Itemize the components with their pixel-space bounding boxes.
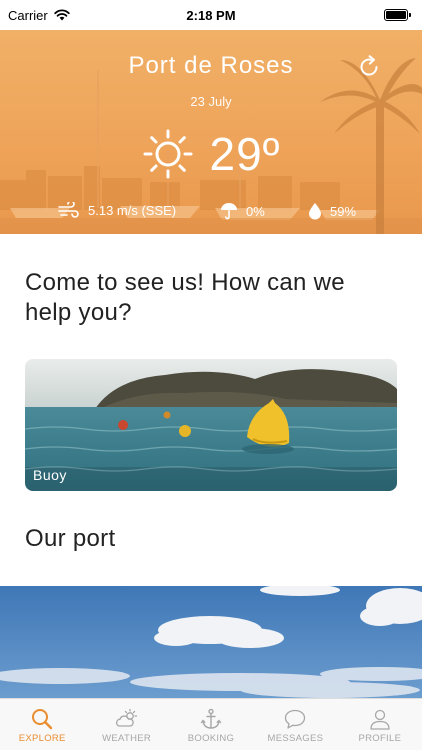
tab-bar: EXPLORE WEATHER BOOKING MESSAGES PROFILE: [0, 698, 422, 750]
status-bar: Carrier 2:18 PM: [0, 0, 422, 30]
rain-value: 0%: [246, 203, 265, 219]
battery-icon: [384, 9, 411, 21]
forecast-date: 23 July: [190, 94, 232, 109]
carrier-group: Carrier: [8, 8, 70, 23]
port-heading: Our port: [25, 525, 116, 552]
carrier-label: Carrier: [8, 7, 48, 23]
humidity-metric: 59%: [308, 202, 356, 220]
humidity-value: 59%: [330, 203, 357, 219]
port-sky-image: [0, 586, 422, 698]
temperature-row: 29º: [0, 128, 422, 180]
wind-icon: [58, 202, 79, 218]
wifi-icon: [54, 9, 70, 21]
rain-metric: 0%: [220, 202, 265, 220]
weather-header: Port de Roses 23 July 29º 5.13 m/s (SSE)…: [0, 30, 422, 234]
sun-icon: [143, 129, 193, 179]
tab-profile-label: PROFILE: [358, 733, 402, 744]
refresh-icon[interactable]: [356, 54, 382, 80]
user-icon: [370, 709, 390, 730]
port-photo[interactable]: [0, 586, 422, 698]
wind-metric: 5.13 m/s (SSE): [58, 202, 176, 218]
cloud-sun-icon: [115, 708, 137, 727]
buoy-card-label: Buoy: [33, 467, 67, 483]
help-heading: Come to see us! How can we help you?: [25, 269, 345, 326]
tab-messages-label: MESSAGES: [267, 733, 324, 744]
search-icon: [32, 709, 53, 730]
tab-explore[interactable]: EXPLORE: [0, 699, 84, 750]
tab-explore-label: EXPLORE: [18, 733, 66, 744]
buoy-card[interactable]: Buoy: [25, 359, 397, 491]
tab-profile[interactable]: PROFILE: [338, 699, 422, 750]
wind-value: 5.13 m/s (SSE): [88, 202, 177, 218]
umbrella-icon: [221, 203, 237, 220]
temperature-value: 29º: [209, 128, 281, 180]
chat-bubble-icon: [285, 709, 306, 729]
water-drop-icon: [309, 203, 321, 220]
tab-booking[interactable]: BOOKING: [169, 699, 253, 750]
tab-weather-label: WEATHER: [102, 733, 152, 744]
tab-weather[interactable]: WEATHER: [84, 699, 168, 750]
explore-content[interactable]: Come to see us! How can we help you? Buo…: [0, 234, 422, 698]
buoy-photo: [25, 359, 397, 491]
tab-booking-label: BOOKING: [187, 733, 235, 744]
anchor-icon: [200, 708, 222, 729]
tab-messages[interactable]: MESSAGES: [253, 699, 337, 750]
